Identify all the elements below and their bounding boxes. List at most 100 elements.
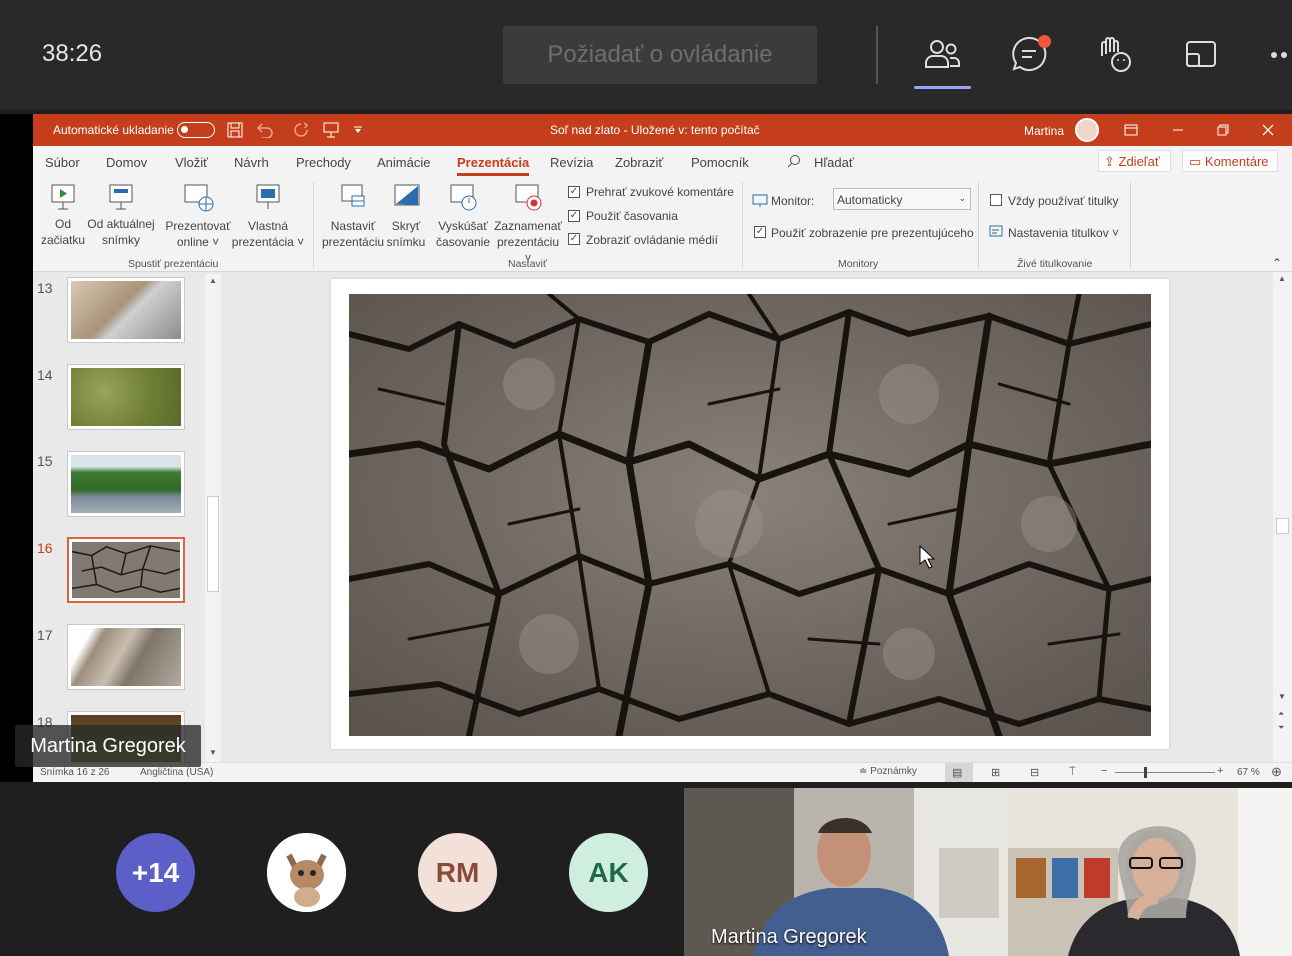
ribbon-separator <box>313 182 314 268</box>
show-media-controls-checkbox[interactable]: ✓ <box>568 233 580 245</box>
present-online-icon <box>184 184 214 212</box>
autosave-toggle[interactable] <box>177 122 215 138</box>
play-narrations-checkbox[interactable]: ✓ <box>568 186 580 198</box>
search-box[interactable]: Hľadať <box>814 155 854 170</box>
save-icon[interactable] <box>227 122 243 138</box>
slide-thumbnail[interactable] <box>67 364 185 430</box>
reading-view-icon[interactable]: ⊟ <box>1030 766 1039 779</box>
status-bar: Snímka 16 z 26 Angličtina (USA) ≐ Poznám… <box>33 762 1292 782</box>
setup-slideshow-button[interactable]: Nastaviť prezentáciu <box>322 182 384 250</box>
tab-insert[interactable]: Vložiť <box>175 155 208 170</box>
participant-avatar-ak[interactable]: AK <box>569 833 648 912</box>
scrollbar-thumb[interactable] <box>207 496 219 592</box>
always-subtitles-checkbox[interactable] <box>990 194 1002 206</box>
tab-design[interactable]: Návrh <box>234 155 269 170</box>
slide-thumbnail[interactable] <box>67 277 185 343</box>
scrollbar-thumb[interactable] <box>1276 518 1289 534</box>
minimize-icon[interactable] <box>1171 123 1185 137</box>
start-slideshow-icon[interactable] <box>322 121 340 139</box>
cracked-soil-image <box>349 294 1151 736</box>
zoom-in-button[interactable]: + <box>1217 765 1223 777</box>
raise-hand-icon[interactable] <box>1094 34 1134 74</box>
more-icon[interactable] <box>1266 34 1292 74</box>
user-name[interactable]: Martina <box>1024 124 1064 138</box>
more-participants-badge[interactable]: +14 <box>116 833 195 912</box>
slide-thumbnail[interactable] <box>67 451 185 517</box>
group-label-live-subtitles: Živé titulkovanie <box>1017 258 1093 270</box>
request-control-button[interactable]: Požiadať o ovládanie <box>503 26 817 84</box>
slide-scrollbar[interactable]: ▲ ▼ ⏶ ⏷ <box>1273 272 1292 762</box>
close-icon[interactable] <box>1261 123 1275 137</box>
zoom-out-button[interactable]: − <box>1101 765 1107 777</box>
user-avatar[interactable] <box>1075 118 1099 142</box>
scroll-down-icon[interactable]: ▼ <box>209 748 217 757</box>
slide-thumbnail-selected[interactable] <box>67 537 185 603</box>
comments-button[interactable]: ▭ Komentáre <box>1182 150 1278 172</box>
present-online-button[interactable]: Prezentovať online ˅ <box>163 182 233 250</box>
restore-icon[interactable] <box>1216 123 1230 137</box>
scroll-up-icon[interactable]: ▲ <box>1278 274 1286 283</box>
participant-avatar-photo[interactable] <box>267 833 346 912</box>
group-label-monitors: Monitory <box>838 258 879 270</box>
subtitle-settings-button[interactable]: Nastavenia titulkov ˅ <box>1008 226 1119 240</box>
tab-file[interactable]: Súbor <box>45 155 80 170</box>
scroll-down-icon[interactable]: ▼ <box>1278 692 1286 701</box>
undo-icon[interactable] <box>255 122 281 138</box>
self-video-feed <box>1008 788 1292 956</box>
monitor-label: Monitor: <box>771 194 815 208</box>
participant-video-self[interactable] <box>1008 788 1292 956</box>
thumbnail-scrollbar[interactable]: ▲ ▼ <box>205 274 221 762</box>
collapse-ribbon-icon[interactable]: ⌃ <box>1272 256 1282 270</box>
record-slideshow-button[interactable]: Zaznamenať prezentáciu ˅ <box>492 182 564 266</box>
rehearse-timings-button[interactable]: Vyskúšať časovanie <box>435 182 491 250</box>
notes-button[interactable]: ≐ Poznámky <box>859 766 917 777</box>
tab-slideshow[interactable]: Prezentácia <box>457 155 530 176</box>
share-button[interactable]: ⇪ Zdieľať <box>1098 150 1171 172</box>
tab-home[interactable]: Domov <box>106 155 147 170</box>
tab-help[interactable]: Pomocník <box>691 155 749 170</box>
slide-thumbnail[interactable] <box>67 624 185 690</box>
ribbon-separator <box>742 182 743 268</box>
ribbon-display-icon[interactable] <box>1124 123 1138 137</box>
current-slide[interactable] <box>331 279 1169 749</box>
video-participant-name: Martina Gregorek <box>711 926 867 948</box>
share-tray-icon[interactable] <box>1181 34 1221 74</box>
tab-view[interactable]: Zobraziť <box>615 155 663 170</box>
notes-icon: ≐ <box>859 766 871 777</box>
monitor-select[interactable]: Automaticky ⌄ <box>833 188 971 210</box>
people-icon[interactable] <box>922 34 962 74</box>
tab-review[interactable]: Revízia <box>550 155 593 170</box>
search-icon[interactable] <box>787 154 801 168</box>
title-bar: Automatické ukladanie Soľ nad zlato - Ul… <box>33 114 1292 146</box>
use-timings-checkbox[interactable]: ✓ <box>568 210 580 222</box>
custom-slideshow-button[interactable]: Vlastná prezentácia ˅ <box>231 182 305 250</box>
participant-avatar-rm[interactable]: RM <box>418 833 497 912</box>
group-label-setup: Nastaviť <box>508 258 547 270</box>
from-current-slide-button[interactable]: Od aktuálnej snímky <box>87 182 155 248</box>
zoom-level[interactable]: 67 % <box>1237 767 1260 778</box>
next-slide-icon[interactable]: ⏷ <box>1278 723 1284 733</box>
kitten-avatar-icon <box>267 833 346 912</box>
people-tab-indicator <box>914 86 971 89</box>
hide-slide-button[interactable]: Skryť snímku <box>383 182 429 250</box>
fit-to-window-icon[interactable]: ⊕ <box>1271 764 1282 780</box>
presenter-name-label: Martina Gregorek <box>15 725 201 767</box>
previous-slide-icon[interactable]: ⏶ <box>1278 709 1284 719</box>
presenter-view-checkbox[interactable]: ✓ <box>754 226 766 238</box>
tab-animations[interactable]: Animácie <box>377 155 430 170</box>
tab-transitions[interactable]: Prechody <box>296 155 351 170</box>
slideshow-view-icon[interactable]: ⍑ <box>1069 766 1076 779</box>
scroll-up-icon[interactable]: ▲ <box>209 276 217 285</box>
powerpoint-window: Automatické ukladanie Soľ nad zlato - Ul… <box>33 114 1292 782</box>
zoom-slider-thumb[interactable] <box>1144 767 1147 778</box>
hide-slide-icon <box>394 184 420 206</box>
presenter-view-label: Použiť zobrazenie pre prezentujúceho <box>771 226 974 240</box>
from-beginning-button[interactable]: Od začiatku <box>39 182 87 248</box>
slide-sorter-icon[interactable]: ⊞ <box>991 766 1000 779</box>
language-indicator[interactable]: Angličtina (USA) <box>140 767 213 778</box>
zoom-slider-track[interactable] <box>1115 772 1215 773</box>
redo-icon[interactable] <box>293 122 309 138</box>
customize-toolbar-icon[interactable] <box>353 125 363 135</box>
call-timer: 38:26 <box>42 40 103 67</box>
show-media-controls-label: Zobraziť ovládanie médií <box>586 233 718 247</box>
